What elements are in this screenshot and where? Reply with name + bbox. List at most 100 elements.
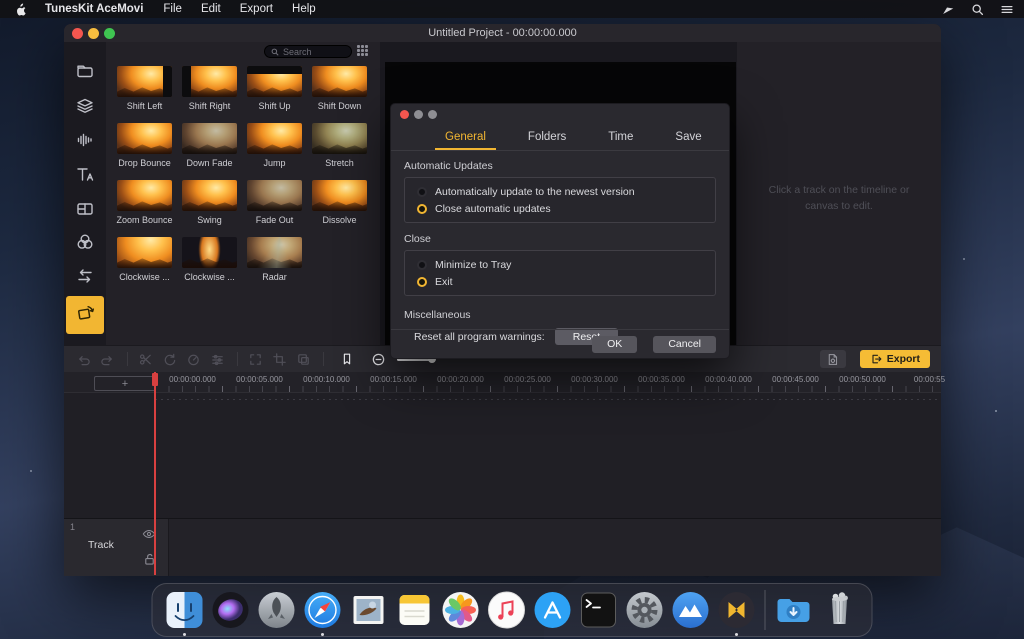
radio-icon-selected[interactable] bbox=[417, 204, 427, 214]
transition-item[interactable]: Dissolve bbox=[307, 180, 372, 225]
dock-launchpad-icon[interactable] bbox=[254, 583, 300, 637]
transition-item[interactable]: Clockwise ... bbox=[112, 237, 177, 282]
marker-icon[interactable] bbox=[340, 351, 354, 367]
dock-photos-icon[interactable] bbox=[438, 583, 484, 637]
status-arrow-icon[interactable] bbox=[941, 3, 955, 16]
dock-itunes-icon[interactable] bbox=[484, 583, 530, 637]
sidebar-item-text[interactable] bbox=[66, 159, 104, 193]
sidebar-item-split-screen[interactable] bbox=[66, 194, 104, 228]
project-settings-icon[interactable] bbox=[820, 350, 846, 368]
menu-item-file[interactable]: File bbox=[163, 3, 182, 15]
radio-option-exit[interactable]: Exit bbox=[417, 273, 715, 290]
transition-item[interactable]: Radar bbox=[242, 237, 307, 282]
menu-item-help[interactable]: Help bbox=[292, 3, 316, 15]
tab-time[interactable]: Time bbox=[606, 125, 635, 149]
sidebar-item-filters[interactable] bbox=[66, 227, 104, 261]
speed-icon[interactable] bbox=[186, 352, 201, 367]
dock-acemovi-icon[interactable] bbox=[714, 583, 760, 637]
transition-item[interactable]: Shift Down bbox=[307, 66, 372, 111]
dock-app-store-icon[interactable] bbox=[530, 583, 576, 637]
dock-notes-icon[interactable] bbox=[392, 583, 438, 637]
track-header[interactable]: 1 Track bbox=[64, 519, 168, 576]
add-track-button[interactable]: + bbox=[94, 376, 156, 391]
radio-icon-unselected[interactable] bbox=[417, 187, 427, 197]
track-row[interactable]: 1 Track bbox=[64, 518, 941, 575]
crop-icon[interactable] bbox=[272, 352, 287, 367]
transition-item[interactable]: Shift Up bbox=[242, 66, 307, 111]
transition-item[interactable]: Fade Out bbox=[242, 180, 307, 225]
ok-button[interactable]: OK bbox=[592, 336, 637, 353]
track-number: 1 bbox=[70, 522, 75, 532]
sidebar-item-transitions[interactable] bbox=[66, 261, 104, 295]
menu-item-edit[interactable]: Edit bbox=[201, 3, 221, 15]
transition-item[interactable]: Swing bbox=[177, 180, 242, 225]
redo-icon[interactable] bbox=[100, 352, 115, 367]
radio-icon-unselected[interactable] bbox=[417, 260, 427, 270]
dialog-titlebar[interactable] bbox=[391, 104, 729, 124]
menu-app-name[interactable]: TunesKit AceMovi bbox=[45, 3, 143, 15]
transition-item[interactable]: Jump bbox=[242, 123, 307, 168]
sidebar-item-media[interactable] bbox=[66, 56, 104, 90]
timeline-body[interactable] bbox=[64, 392, 941, 518]
radio-option-minimize-to-tray[interactable]: Minimize to Tray bbox=[417, 256, 715, 273]
transition-item[interactable]: Clockwise ... bbox=[177, 237, 242, 282]
tab-general[interactable]: General bbox=[443, 125, 488, 149]
cancel-button[interactable]: Cancel bbox=[653, 336, 716, 353]
mask-icon[interactable] bbox=[296, 352, 311, 367]
layers-icon bbox=[75, 96, 95, 121]
transition-label: Zoom Bounce bbox=[116, 215, 172, 225]
radio-option-close-updates[interactable]: Close automatic updates bbox=[417, 200, 715, 217]
properties-panel: Click a track on the timeline or canvas … bbox=[737, 42, 941, 345]
transition-item[interactable]: Stretch bbox=[307, 123, 372, 168]
dock-system-preferences-icon[interactable] bbox=[622, 583, 668, 637]
transitions-icon bbox=[75, 266, 95, 291]
zoom-window-button[interactable] bbox=[104, 28, 115, 39]
dialog-close-button[interactable] bbox=[400, 110, 409, 119]
zoom-out-icon[interactable] bbox=[371, 352, 386, 367]
search-input[interactable]: Search bbox=[264, 45, 352, 58]
track-lane[interactable] bbox=[168, 519, 941, 576]
transition-thumbnail bbox=[117, 237, 172, 268]
animation-icon bbox=[75, 302, 96, 328]
undo-icon[interactable] bbox=[76, 352, 91, 367]
transition-thumbnail bbox=[117, 123, 172, 154]
sidebar-item-audio[interactable] bbox=[66, 125, 104, 159]
sidebar-item-animation[interactable] bbox=[66, 296, 104, 334]
grid-view-icon[interactable] bbox=[357, 45, 370, 58]
transition-item[interactable]: Shift Right bbox=[177, 66, 242, 111]
dock-finder-icon[interactable] bbox=[162, 583, 208, 637]
minimize-window-button[interactable] bbox=[88, 28, 99, 39]
split-icon[interactable] bbox=[138, 352, 153, 367]
apple-menu-icon[interactable] bbox=[14, 2, 27, 16]
playhead[interactable] bbox=[154, 372, 156, 575]
dock-trash-icon[interactable] bbox=[817, 583, 863, 637]
menu-item-export[interactable]: Export bbox=[240, 3, 273, 15]
transition-item[interactable]: Zoom Bounce bbox=[112, 180, 177, 225]
ruler-labels: 00:00:00.00000:00:05.00000:00:10.00000:0… bbox=[159, 375, 969, 384]
dock-terminal-icon[interactable] bbox=[576, 583, 622, 637]
transition-thumbnail bbox=[117, 66, 172, 97]
notification-list-icon[interactable] bbox=[1000, 3, 1014, 16]
radio-option-auto-update[interactable]: Automatically update to the newest versi… bbox=[417, 183, 715, 200]
spotlight-search-icon[interactable] bbox=[971, 3, 984, 16]
window-titlebar[interactable]: Untitled Project - 00:00:00.000 bbox=[64, 24, 941, 42]
tab-save[interactable]: Save bbox=[673, 125, 703, 149]
dock-mail-icon[interactable] bbox=[346, 583, 392, 637]
adjust-icon[interactable] bbox=[210, 352, 225, 367]
radio-icon-selected[interactable] bbox=[417, 277, 427, 287]
transition-item[interactable]: Drop Bounce bbox=[112, 123, 177, 168]
dock-downloads-icon[interactable] bbox=[771, 583, 817, 637]
sidebar-item-elements[interactable] bbox=[66, 91, 104, 125]
zoom-fit-icon[interactable] bbox=[248, 352, 263, 367]
tab-folders[interactable]: Folders bbox=[526, 125, 568, 149]
dock-tuneskit-icon[interactable] bbox=[668, 583, 714, 637]
rotate-icon[interactable] bbox=[162, 352, 177, 367]
playhead-handle[interactable] bbox=[152, 373, 158, 386]
export-button[interactable]: Export bbox=[860, 350, 930, 368]
close-window-button[interactable] bbox=[72, 28, 83, 39]
transition-item[interactable]: Down Fade bbox=[177, 123, 242, 168]
transition-item[interactable]: Shift Left bbox=[112, 66, 177, 111]
timeline-ruler[interactable]: 00:00:00.00000:00:05.00000:00:10.00000:0… bbox=[64, 372, 941, 392]
dock-safari-icon[interactable] bbox=[300, 583, 346, 637]
dock-siri-icon[interactable] bbox=[208, 583, 254, 637]
